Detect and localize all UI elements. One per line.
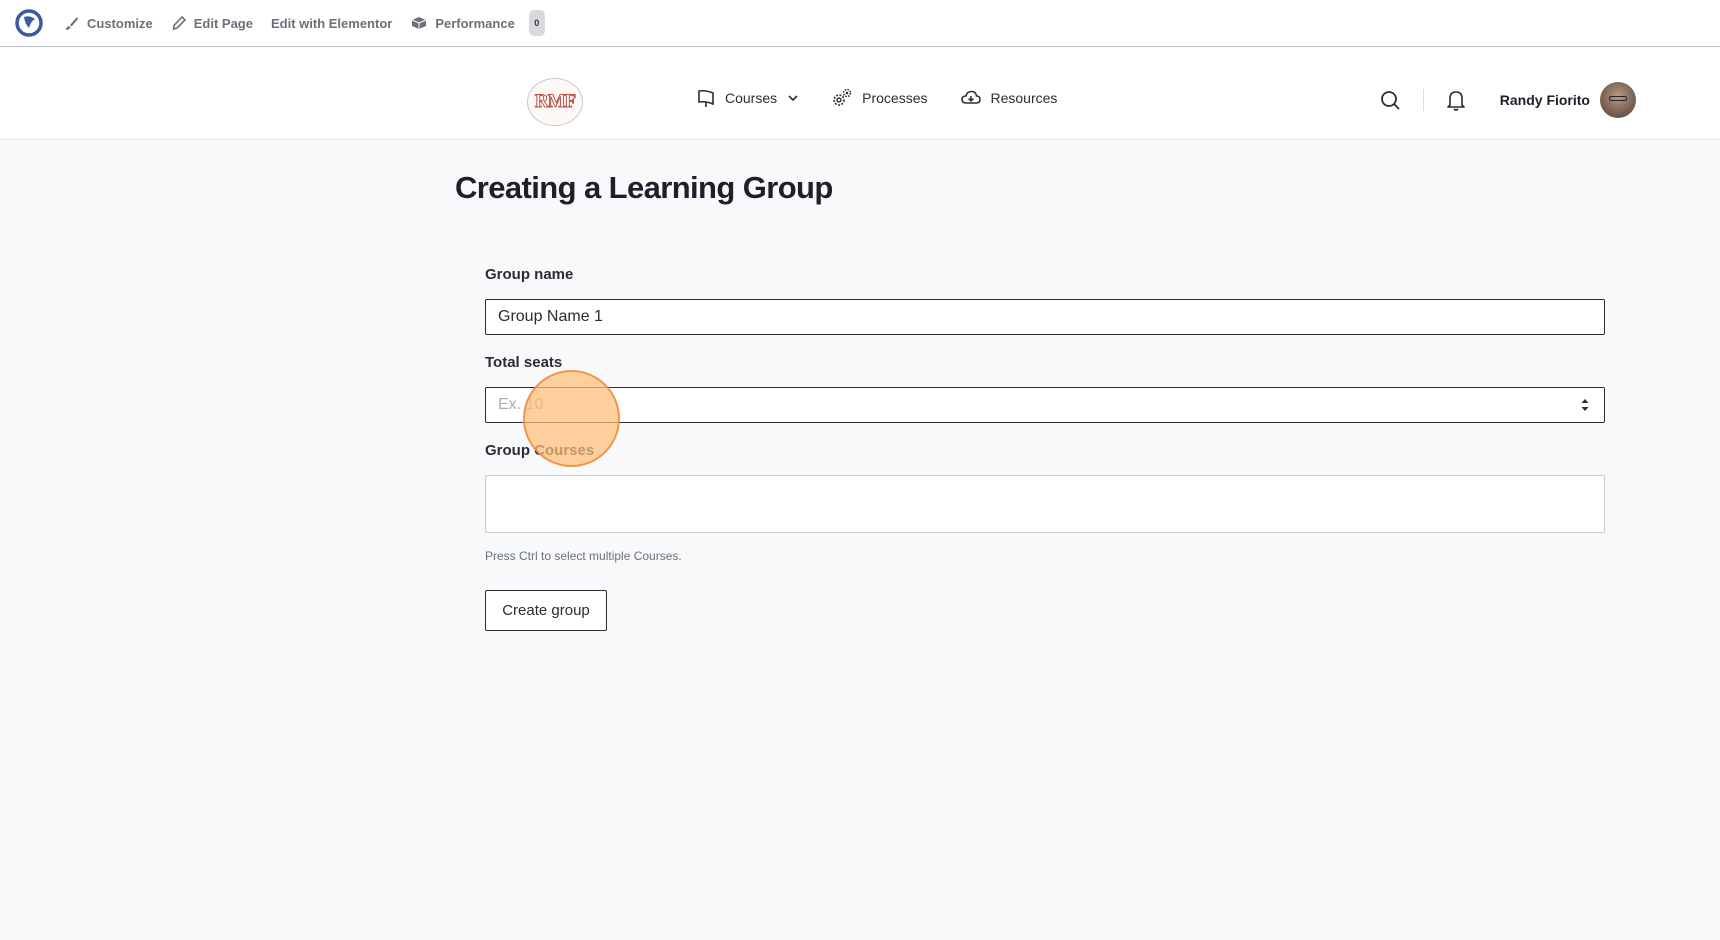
adminbar-edit-elementor[interactable]: Edit with Elementor — [271, 0, 392, 47]
nav-item-processes-label: Processes — [862, 90, 928, 106]
user-name[interactable]: Randy Fiorito — [1500, 92, 1590, 108]
page-title: Creating a Learning Group — [455, 170, 833, 205]
nav-item-resources[interactable]: Resources — [960, 88, 1058, 108]
site-brand-logo[interactable]: RMF — [527, 78, 583, 126]
adminbar-edit-page[interactable]: Edit Page — [171, 0, 253, 47]
group-name-label: Group name — [485, 266, 574, 283]
main-nav: Courses Processes Resources — [696, 80, 1089, 116]
book-icon — [698, 89, 714, 107]
stepper-arrows-icon[interactable] — [1578, 395, 1592, 415]
create-group-button[interactable]: Create group — [485, 590, 607, 631]
nav-item-resources-label: Resources — [990, 90, 1058, 106]
nav-item-courses-label: Courses — [725, 90, 778, 106]
pencil-icon — [172, 15, 186, 31]
site-brand-logo-text: RMF — [534, 91, 576, 113]
total-seats-field — [485, 387, 1605, 423]
total-seats-input[interactable] — [486, 388, 1578, 422]
chevron-down-icon — [788, 95, 798, 102]
site-header: RMF Courses Processes Resources Randy Fi… — [0, 48, 1720, 140]
adminbar-customize-label: Customize — [87, 15, 153, 31]
nav-item-courses[interactable]: Courses — [696, 88, 799, 108]
adminbar-edit-elementor-label: Edit with Elementor — [270, 15, 393, 31]
avatar[interactable] — [1600, 82, 1636, 118]
group-name-input[interactable] — [485, 299, 1605, 335]
site-logo-icon[interactable] — [14, 8, 44, 38]
header-divider — [1422, 89, 1424, 111]
adminbar-customize[interactable]: Customize — [64, 0, 153, 47]
total-seats-label: Total seats — [485, 354, 563, 371]
header-actions: Randy Fiorito — [1379, 82, 1636, 118]
box-icon — [412, 17, 427, 29]
performance-count-badge: 0 — [528, 10, 545, 36]
adminbar-performance[interactable]: Performance — [410, 0, 515, 47]
group-courses-select[interactable] — [485, 475, 1605, 533]
brush-icon — [66, 17, 78, 30]
admin-bar: Customize Edit Page Edit with Elementor … — [0, 0, 1720, 47]
nav-item-processes[interactable]: Processes — [831, 87, 928, 109]
cloud-download-icon — [960, 90, 981, 104]
adminbar-performance-label: Performance — [435, 15, 515, 31]
group-courses-help-text: Press Ctrl to select multiple Courses. — [485, 549, 682, 563]
group-courses-label: Group Courses — [485, 442, 595, 459]
bell-icon[interactable] — [1444, 88, 1468, 112]
avatar-glasses-icon — [1609, 96, 1627, 101]
adminbar-edit-page-label: Edit Page — [193, 15, 253, 31]
gears-icon — [833, 88, 852, 106]
search-icon[interactable] — [1379, 88, 1403, 112]
